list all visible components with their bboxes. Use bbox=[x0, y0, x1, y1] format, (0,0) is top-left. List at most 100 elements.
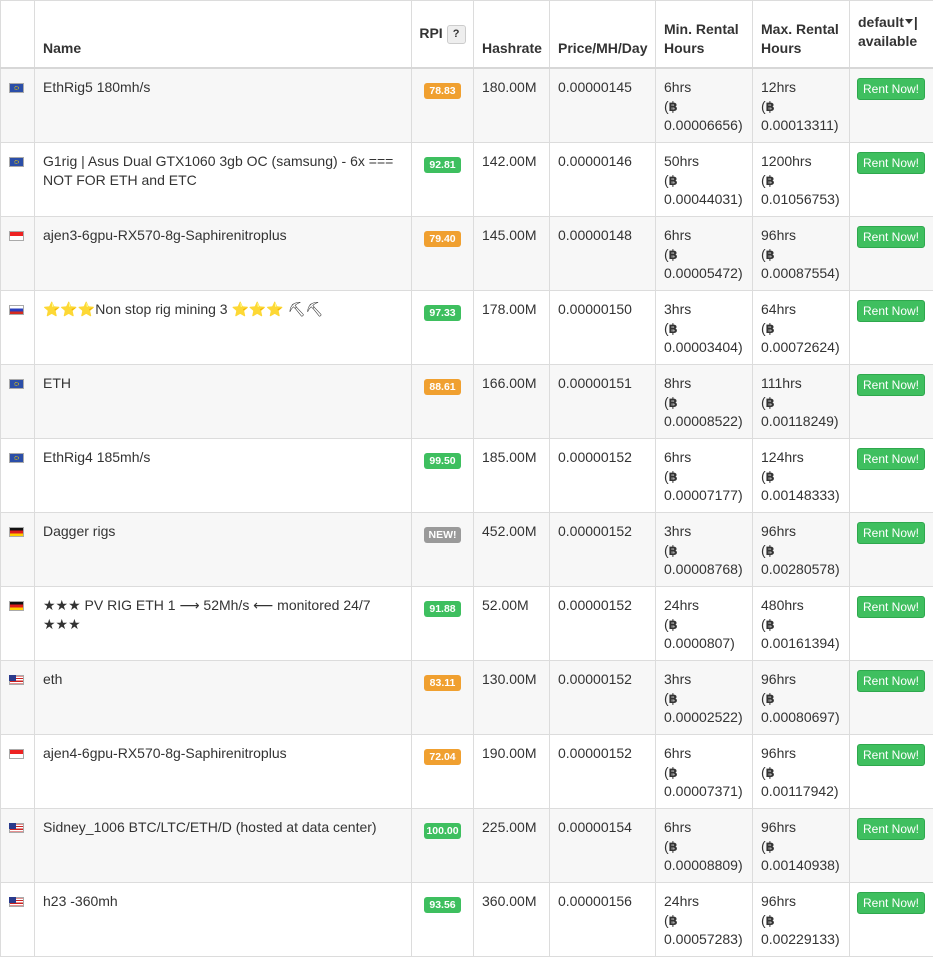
rpi-column-header[interactable]: RPI? bbox=[412, 1, 474, 69]
min-hours: 8hrs bbox=[664, 374, 746, 393]
bitcoin-icon: ฿ bbox=[669, 97, 678, 116]
min-rental-cell: 6hrs (฿ 0.00008809) bbox=[656, 808, 753, 882]
rent-now-button[interactable]: Rent Now! bbox=[857, 596, 925, 618]
rig-name[interactable]: ★★★ PV RIG ETH 1 ⟶ 52Mh/s ⟵ monitored 24… bbox=[43, 597, 371, 632]
rent-now-button[interactable]: Rent Now! bbox=[857, 892, 925, 914]
rent-now-button[interactable]: Rent Now! bbox=[857, 744, 925, 766]
table-row: eth 83.11 130.00M 0.00000152 3hrs (฿ 0.0… bbox=[1, 660, 933, 734]
min-btc-value: 0.00008522) bbox=[664, 412, 746, 431]
bitcoin-icon: ฿ bbox=[766, 319, 775, 338]
flag-eu-icon bbox=[9, 379, 24, 389]
min-rental-cell: 6hrs (฿ 0.00007371) bbox=[656, 734, 753, 808]
min-hours: 6hrs bbox=[664, 226, 746, 245]
rig-name[interactable]: ETH bbox=[43, 375, 71, 391]
hashrate-cell: 130.00M bbox=[474, 660, 550, 734]
min-btc-open: (฿ bbox=[664, 837, 746, 856]
flag-cell bbox=[1, 290, 35, 364]
availability-column-header[interactable]: default| available bbox=[850, 1, 933, 69]
max-btc-value: 0.00118249) bbox=[761, 412, 843, 431]
rig-name[interactable]: EthRig5 180mh/s bbox=[43, 79, 150, 95]
rpi-cell: 83.11 bbox=[412, 660, 474, 734]
max-rental-column-header[interactable]: Max. Rental Hours bbox=[753, 1, 850, 69]
flag-cell bbox=[1, 808, 35, 882]
rig-name[interactable]: Sidney_1006 BTC/LTC/ETH/D (hosted at dat… bbox=[43, 819, 377, 835]
price-cell: 0.00000152 bbox=[550, 586, 656, 660]
flag-de-icon bbox=[9, 601, 24, 611]
max-hours: 96hrs bbox=[761, 892, 843, 911]
hashrate-cell: 145.00M bbox=[474, 216, 550, 290]
rig-name[interactable]: eth bbox=[43, 671, 62, 687]
max-btc-value: 0.00148333) bbox=[761, 486, 843, 505]
sort-default-dropdown[interactable]: default bbox=[858, 14, 914, 30]
rpi-badge: 79.40 bbox=[424, 231, 461, 247]
max-btc-open: (฿ bbox=[761, 245, 843, 264]
max-btc-value: 0.00013311) bbox=[761, 116, 843, 135]
rent-now-button[interactable]: Rent Now! bbox=[857, 818, 925, 840]
bitcoin-icon: ฿ bbox=[669, 689, 678, 708]
max-rental-cell: 96hrs (฿ 0.00087554) bbox=[753, 216, 850, 290]
price-cell: 0.00000151 bbox=[550, 364, 656, 438]
min-rental-cell: 6hrs (฿ 0.00006656) bbox=[656, 68, 753, 142]
min-btc-open: (฿ bbox=[664, 615, 746, 634]
rig-name[interactable]: G1rig | Asus Dual GTX1060 3gb OC (samsun… bbox=[43, 153, 393, 188]
bitcoin-icon: ฿ bbox=[669, 467, 678, 486]
rpi-cell: 92.81 bbox=[412, 142, 474, 216]
availability-cell: Rent Now! bbox=[850, 142, 933, 216]
rent-now-button[interactable]: Rent Now! bbox=[857, 78, 925, 100]
price-cell: 0.00000146 bbox=[550, 142, 656, 216]
flag-cell bbox=[1, 660, 35, 734]
hashrate-column-header[interactable]: Hashrate bbox=[474, 1, 550, 69]
rpi-cell: NEW! bbox=[412, 512, 474, 586]
rent-now-button[interactable]: Rent Now! bbox=[857, 374, 925, 396]
max-btc-open: (฿ bbox=[761, 763, 843, 782]
rpi-help-icon[interactable]: ? bbox=[447, 25, 466, 44]
rent-now-button[interactable]: Rent Now! bbox=[857, 226, 925, 248]
flag-cell bbox=[1, 142, 35, 216]
bitcoin-icon: ฿ bbox=[766, 97, 775, 116]
rent-now-button[interactable]: Rent Now! bbox=[857, 300, 925, 322]
rig-name[interactable]: Dagger rigs bbox=[43, 523, 115, 539]
rpi-badge: 100.00 bbox=[424, 823, 461, 839]
rig-name[interactable]: h23 -360mh bbox=[43, 893, 118, 909]
hashrate-cell: 52.00M bbox=[474, 586, 550, 660]
availability-cell: Rent Now! bbox=[850, 586, 933, 660]
max-hours: 64hrs bbox=[761, 300, 843, 319]
max-btc-open: (฿ bbox=[761, 97, 843, 116]
price-column-header[interactable]: Price/MH/Day bbox=[550, 1, 656, 69]
flag-cell bbox=[1, 586, 35, 660]
rent-now-button[interactable]: Rent Now! bbox=[857, 670, 925, 692]
name-column-header[interactable]: Name bbox=[35, 1, 412, 69]
max-hours: 480hrs bbox=[761, 596, 843, 615]
rig-name-cell: EthRig5 180mh/s bbox=[35, 68, 412, 142]
rpi-badge: 88.61 bbox=[424, 379, 461, 395]
table-row: h23 -360mh 93.56 360.00M 0.00000156 24hr… bbox=[1, 882, 933, 956]
rpi-badge: 99.50 bbox=[424, 453, 461, 469]
rent-now-button[interactable]: Rent Now! bbox=[857, 448, 925, 470]
min-rental-column-header[interactable]: Min. Rental Hours bbox=[656, 1, 753, 69]
min-rental-cell: 24hrs (฿ 0.00057283) bbox=[656, 882, 753, 956]
min-btc-open: (฿ bbox=[664, 97, 746, 116]
rig-name[interactable]: EthRig4 185mh/s bbox=[43, 449, 150, 465]
max-btc-open: (฿ bbox=[761, 615, 843, 634]
rig-name[interactable]: ajen4-6gpu-RX570-8g-Saphirenitroplus bbox=[43, 745, 287, 761]
flag-cell bbox=[1, 364, 35, 438]
rent-now-button[interactable]: Rent Now! bbox=[857, 152, 925, 174]
rig-name[interactable]: ⭐⭐⭐Non stop rig mining 3 ⭐⭐⭐ ⛏⛏ bbox=[43, 301, 323, 317]
rig-name[interactable]: ajen3-6gpu-RX570-8g-Saphirenitroplus bbox=[43, 227, 287, 243]
min-rental-cell: 24hrs (฿ 0.0000807) bbox=[656, 586, 753, 660]
max-btc-value: 0.00117942) bbox=[761, 782, 843, 801]
rpi-badge: 72.04 bbox=[424, 749, 461, 765]
max-hours: 96hrs bbox=[761, 744, 843, 763]
hashrate-cell: 142.00M bbox=[474, 142, 550, 216]
flag-us-icon bbox=[9, 675, 24, 685]
max-rental-cell: 1200hrs (฿ 0.01056753) bbox=[753, 142, 850, 216]
rent-now-button[interactable]: Rent Now! bbox=[857, 522, 925, 544]
rig-name-cell: ⭐⭐⭐Non stop rig mining 3 ⭐⭐⭐ ⛏⛏ bbox=[35, 290, 412, 364]
rpi-badge: 83.11 bbox=[424, 675, 461, 691]
min-btc-open: (฿ bbox=[664, 541, 746, 560]
rig-name-cell: ajen4-6gpu-RX570-8g-Saphirenitroplus bbox=[35, 734, 412, 808]
table-row: ajen4-6gpu-RX570-8g-Saphirenitroplus 72.… bbox=[1, 734, 933, 808]
bitcoin-icon: ฿ bbox=[669, 763, 678, 782]
min-btc-value: 0.00057283) bbox=[664, 930, 746, 949]
max-rental-cell: 12hrs (฿ 0.00013311) bbox=[753, 68, 850, 142]
